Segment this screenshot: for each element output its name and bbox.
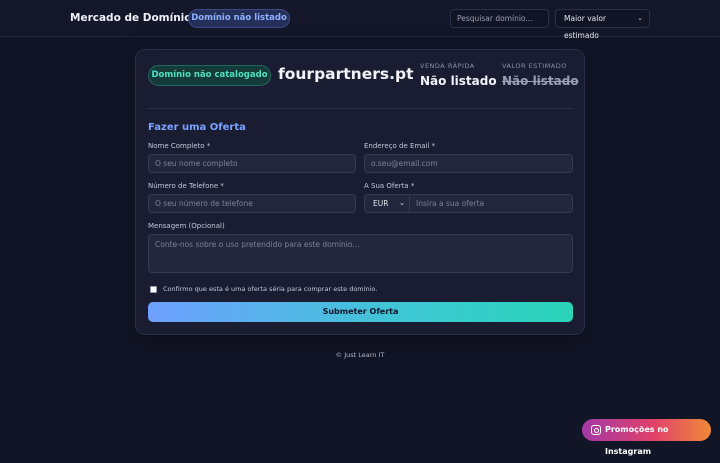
offer-label: A Sua Oferta * bbox=[364, 182, 415, 190]
message-textarea[interactable] bbox=[148, 234, 573, 273]
chevron-down-icon: ⌄ bbox=[399, 199, 405, 207]
brand-title[interactable]: Mercado de Domínios bbox=[70, 12, 198, 24]
email-label: Endereço de Email * bbox=[364, 142, 436, 150]
footer-copyright: © Just Learn IT bbox=[335, 351, 385, 359]
form-title: Fazer uma Oferta bbox=[148, 122, 246, 133]
instagram-promo-label: Promoções no Instagram bbox=[605, 425, 669, 456]
divider bbox=[148, 108, 574, 109]
chevron-down-icon: ⌄ bbox=[637, 14, 643, 22]
confirm-checkbox[interactable] bbox=[150, 286, 157, 293]
submit-offer-button[interactable]: Submeter Oferta bbox=[148, 302, 573, 322]
domain-name: fourpartners.pt bbox=[278, 65, 414, 83]
quick-sale-value: Não listado bbox=[420, 74, 497, 88]
quick-sale-label: VENDA RÁPIDA bbox=[420, 62, 475, 70]
estimated-value-label: VALOR ESTIMADO bbox=[502, 62, 567, 70]
instagram-promo-button[interactable]: Promoções no Instagram bbox=[582, 419, 711, 456]
name-label: Nome Completo * bbox=[148, 142, 211, 150]
name-input[interactable] bbox=[148, 154, 356, 173]
sort-selected-label: Maior valor estimado bbox=[564, 14, 606, 40]
estimated-value: Não listado bbox=[502, 74, 579, 88]
email-input[interactable] bbox=[364, 154, 573, 173]
currency-value: EUR bbox=[373, 199, 389, 208]
top-navbar: Mercado de Domínios Domínio não listado … bbox=[0, 0, 720, 40]
message-label: Mensagem (Opcional) bbox=[148, 222, 225, 230]
phone-label: Número de Telefone * bbox=[148, 182, 224, 190]
phone-input[interactable] bbox=[148, 194, 356, 213]
currency-select[interactable]: EUR ⌄ bbox=[364, 194, 410, 213]
confirm-label: Confirmo que esta é uma oferta séria par… bbox=[163, 285, 378, 293]
instagram-icon bbox=[591, 425, 601, 435]
search-input[interactable] bbox=[450, 9, 549, 28]
unlisted-badge: Domínio não listado bbox=[188, 9, 290, 28]
category-badge: Domínio não catalogado bbox=[148, 65, 271, 86]
sort-select[interactable]: Maior valor estimado ⌄ bbox=[555, 9, 650, 40]
offer-amount-input[interactable] bbox=[409, 194, 573, 213]
offer-card: Domínio não catalogado fourpartners.pt V… bbox=[135, 49, 585, 335]
